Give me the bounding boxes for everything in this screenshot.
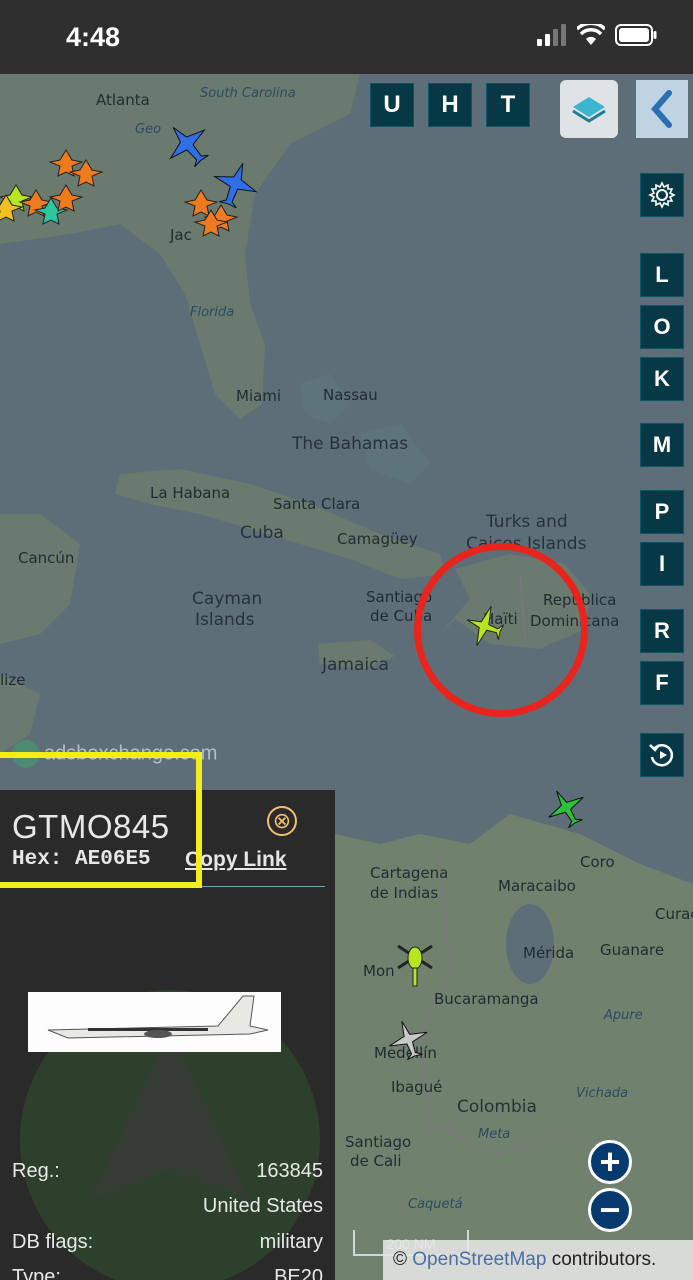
label-cayman-2: Islands — [195, 610, 255, 630]
label-florida: Florida — [190, 305, 235, 320]
side-button-r[interactable]: R — [640, 609, 684, 653]
status-icons — [537, 24, 657, 46]
layers-button[interactable] — [560, 80, 618, 138]
label-cuba: Cuba — [240, 523, 284, 543]
settings-button[interactable] — [640, 173, 684, 217]
side-button-i[interactable]: I — [640, 542, 684, 586]
label-apure: Apure — [604, 1008, 643, 1023]
signal-icon — [537, 24, 566, 46]
label-jamaica: Jamaica — [322, 655, 389, 675]
replay-button[interactable] — [640, 733, 684, 777]
label-colombia: Colombia — [457, 1097, 537, 1117]
label-la-habana: La Habana — [150, 484, 231, 502]
attribution-text: contributors. — [551, 1249, 657, 1270]
label-santiago-cali-1: Santiago — [345, 1133, 412, 1151]
side-button-k[interactable]: K — [640, 357, 684, 401]
aircraft-helicopter[interactable] — [394, 938, 436, 990]
label-coro: Coro — [580, 853, 615, 871]
aircraft-blue-2[interactable] — [210, 160, 260, 210]
label-caqueta: Caquetá — [408, 1197, 463, 1212]
aircraft-green[interactable] — [544, 786, 590, 832]
type-value: BE20 — [274, 1266, 323, 1280]
back-chevron-icon — [651, 90, 672, 128]
side-button-f[interactable]: F — [640, 661, 684, 705]
label-cancun: Cancún — [18, 549, 75, 567]
label-maracaibo: Maracaibo — [498, 877, 576, 895]
side-button-o[interactable]: O — [640, 305, 684, 349]
label-bucaramanga: Bucaramanga — [434, 990, 539, 1008]
highlight-circle-red — [414, 543, 588, 717]
osm-link[interactable]: OpenStreetMap — [412, 1249, 546, 1271]
label-merida: Mérida — [523, 944, 575, 962]
label-santa-clara: Santa Clara — [273, 495, 361, 513]
battery-icon — [615, 24, 657, 46]
label-guanare: Guanare — [600, 941, 665, 959]
label-georgia: Geo — [135, 122, 162, 137]
label-belize: lize — [0, 671, 26, 689]
layers-icon — [572, 97, 606, 123]
top-button-t[interactable]: T — [486, 83, 530, 127]
label-camaguey: Camagüey — [337, 530, 418, 548]
close-panel-button[interactable]: ⊗ — [267, 806, 297, 836]
side-button-m[interactable]: M — [640, 423, 684, 467]
label-meta: Meta — [478, 1127, 511, 1142]
reg-label: Reg.: — [12, 1160, 60, 1182]
label-curacao: Curaçao — [655, 905, 693, 923]
label-miami: Miami — [236, 387, 282, 405]
aircraft-grey[interactable] — [386, 1018, 432, 1064]
status-bar: 4:48 — [0, 0, 693, 74]
aircraft-photo-image — [28, 992, 281, 1052]
wifi-icon — [577, 24, 605, 45]
label-bahamas: The Bahamas — [292, 434, 409, 454]
label-monteria: Mon — [363, 962, 395, 980]
replay-icon — [649, 744, 674, 767]
label-south-carolina: South Carolina — [200, 86, 296, 101]
top-button-u[interactable]: U — [370, 83, 414, 127]
zoom-in-button[interactable]: + — [588, 1140, 632, 1184]
label-turks: Turks and — [486, 512, 568, 532]
highlight-box-yellow — [0, 752, 202, 888]
db-flags-label: DB flags: — [12, 1231, 94, 1253]
copyright-symbol: © — [393, 1249, 407, 1270]
top-button-h[interactable]: H — [428, 83, 472, 127]
aircraft-blue-1[interactable] — [163, 120, 213, 170]
label-vichada: Vichada — [576, 1086, 629, 1101]
status-time: 4:48 — [66, 22, 121, 52]
settings-gear-icon — [648, 181, 676, 209]
side-button-l[interactable]: L — [640, 253, 684, 297]
label-santiago-cali-2: de Cali — [350, 1152, 402, 1170]
map-attribution: © OpenStreetMap contributors. — [383, 1240, 693, 1280]
label-atlanta: Atlanta — [96, 91, 150, 109]
reg-value: 163845 — [256, 1160, 323, 1182]
zoom-out-button[interactable]: − — [588, 1188, 632, 1232]
aircraft-photo[interactable] — [28, 992, 281, 1052]
label-nassau: Nassau — [323, 386, 378, 404]
country-value: United States — [202, 1195, 323, 1217]
side-button-p[interactable]: P — [640, 490, 684, 534]
type-label: Type: — [12, 1266, 61, 1280]
label-cayman-1: Cayman — [192, 589, 263, 609]
label-cartagena-1: Cartagena — [370, 864, 449, 882]
label-ibague: Ibagué — [391, 1078, 443, 1096]
label-cartagena-2: de Indias — [370, 884, 439, 902]
db-flags-value: military — [259, 1231, 323, 1253]
sidebar-toggle-button[interactable] — [636, 80, 688, 138]
